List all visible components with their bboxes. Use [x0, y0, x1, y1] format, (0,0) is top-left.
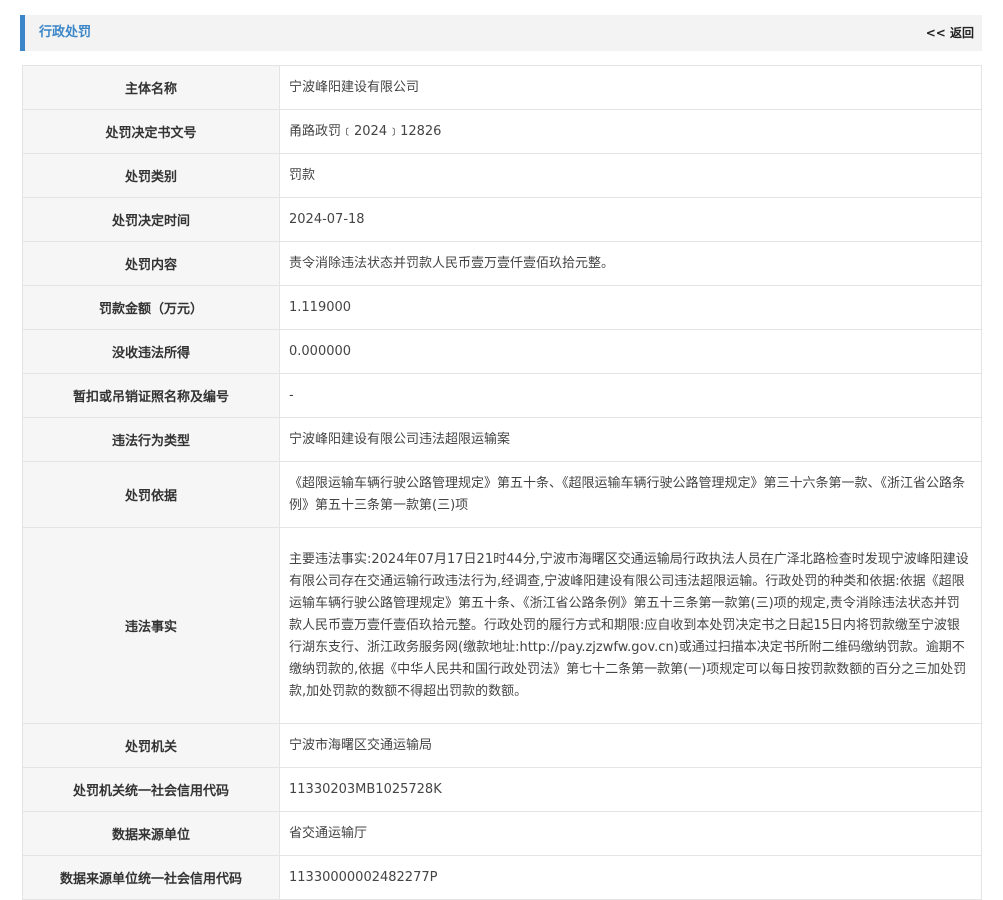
row-value: -: [279, 373, 982, 418]
row-label: 数据来源单位: [22, 811, 280, 856]
row-label: 处罚机关: [22, 723, 280, 768]
back-link[interactable]: << 返回: [926, 15, 974, 51]
row-value: 主要违法事实:2024年07月17日21时44分,宁波市海曙区交通运输局行政执法…: [279, 527, 982, 724]
row-label: 处罚类别: [22, 153, 280, 198]
table-row: 违法事实 主要违法事实:2024年07月17日21时44分,宁波市海曙区交通运输…: [22, 527, 982, 724]
row-value: 0.000000: [279, 329, 982, 374]
row-value: 责令消除违法状态并罚款人民币壹万壹仟壹佰玖拾元整。: [279, 241, 982, 286]
row-label: 处罚内容: [22, 241, 280, 286]
row-value: 罚款: [279, 153, 982, 198]
row-label: 暂扣或吊销证照名称及编号: [22, 373, 280, 418]
table-row: 暂扣或吊销证照名称及编号 -: [22, 373, 982, 418]
table-row: 处罚内容 责令消除违法状态并罚款人民币壹万壹仟壹佰玖拾元整。: [22, 241, 982, 286]
row-label: 处罚决定时间: [22, 197, 280, 242]
table-row: 处罚决定时间 2024-07-18: [22, 197, 982, 242]
row-label: 处罚决定书文号: [22, 109, 280, 154]
row-value: 甬路政罚﹝2024﹞12826: [279, 109, 982, 154]
row-value: 11330203MB1025728K: [279, 767, 982, 812]
row-label: 违法事实: [22, 527, 280, 724]
row-value: 宁波峰阳建设有限公司: [279, 65, 982, 110]
row-value: 1.119000: [279, 285, 982, 330]
row-label: 处罚依据: [22, 461, 280, 528]
table-row: 处罚机关 宁波市海曙区交通运输局: [22, 723, 982, 768]
row-label: 处罚机关统一社会信用代码: [22, 767, 280, 812]
row-value: 宁波市海曙区交通运输局: [279, 723, 982, 768]
row-label: 没收违法所得: [22, 329, 280, 374]
table-row: 没收违法所得 0.000000: [22, 329, 982, 374]
row-value: 《超限运输车辆行驶公路管理规定》第五十条、《超限运输车辆行驶公路管理规定》第三十…: [279, 461, 982, 528]
table-row: 处罚机关统一社会信用代码 11330203MB1025728K: [22, 767, 982, 812]
table-row: 主体名称 宁波峰阳建设有限公司: [22, 65, 982, 110]
table-row: 处罚决定书文号 甬路政罚﹝2024﹞12826: [22, 109, 982, 154]
row-value: 省交通运输厅: [279, 811, 982, 856]
row-label: 违法行为类型: [22, 417, 280, 462]
row-value: 宁波峰阳建设有限公司违法超限运输案: [279, 417, 982, 462]
section-title: 行政处罚: [39, 25, 92, 40]
table-row: 处罚类别 罚款: [22, 153, 982, 198]
table-row: 罚款金额（万元） 1.119000: [22, 285, 982, 330]
row-label: 罚款金额（万元）: [22, 285, 280, 330]
table-row: 数据来源单位 省交通运输厅: [22, 811, 982, 856]
section-header: 行政处罚 << 返回: [20, 15, 982, 51]
row-value: 2024-07-18: [279, 197, 982, 242]
table-row: 违法行为类型 宁波峰阳建设有限公司违法超限运输案: [22, 417, 982, 462]
table-row: 处罚依据 《超限运输车辆行驶公路管理规定》第五十条、《超限运输车辆行驶公路管理规…: [22, 461, 982, 528]
row-label: 主体名称: [22, 65, 280, 110]
penalty-detail-table: 主体名称 宁波峰阳建设有限公司 处罚决定书文号 甬路政罚﹝2024﹞12826 …: [22, 65, 982, 900]
